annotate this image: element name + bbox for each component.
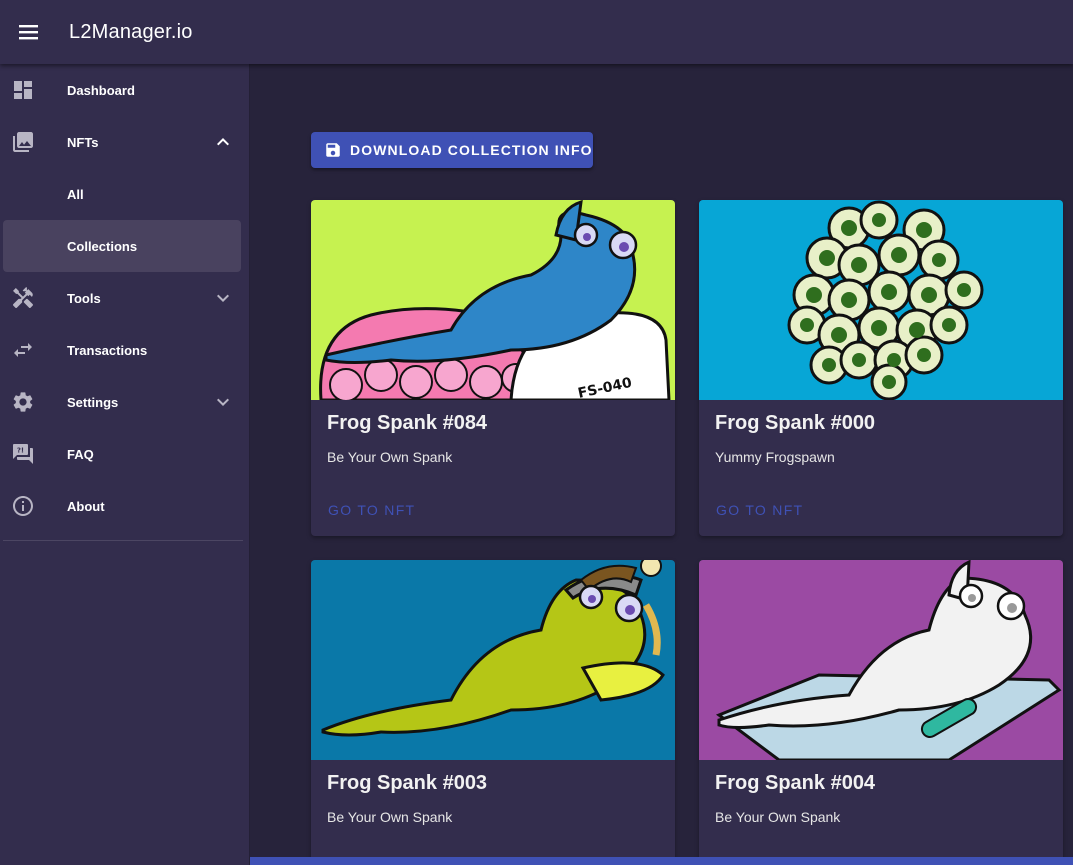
main-content: DOWNLOAD COLLECTION INFO FS-040 Frog Spa… xyxy=(250,64,1073,865)
dashboard-icon xyxy=(14,81,32,99)
go-to-nft-button[interactable]: GO TO NFT xyxy=(716,502,803,518)
card-title: Frog Spank #000 xyxy=(715,412,876,434)
sidebar-item-label: Collections xyxy=(67,238,138,254)
sidebar-item-transactions[interactable]: Transactions xyxy=(0,324,249,376)
nft-card: FS-040 Frog Spank #084 Be Your Own Spank… xyxy=(311,200,675,536)
chevron-up-icon[interactable] xyxy=(211,130,235,154)
card-subtitle: Be Your Own Spank xyxy=(327,449,453,465)
swap-icon xyxy=(14,343,32,357)
sidebar-item-label: About xyxy=(67,498,105,514)
sidebar-item-label: FAQ xyxy=(67,446,94,462)
save-icon xyxy=(326,143,340,157)
faq-icon: ?! xyxy=(13,444,33,464)
sidebar-item-all[interactable]: All xyxy=(0,168,249,220)
bottom-accent-bar xyxy=(250,857,1073,865)
nft-card: Frog Spank #003 Be Your Own Spank xyxy=(311,560,675,865)
nft-image[interactable] xyxy=(699,200,1063,400)
sidebar-item-faq[interactable]: ?! FAQ xyxy=(0,428,249,480)
sidebar-item-label: All xyxy=(67,186,84,202)
go-to-nft-button[interactable]: GO TO NFT xyxy=(328,502,415,518)
sidebar-divider xyxy=(3,540,243,541)
svg-text:?!: ?! xyxy=(17,447,24,455)
sidebar-item-label: Transactions xyxy=(67,342,148,358)
card-subtitle: Be Your Own Spank xyxy=(327,809,453,825)
chevron-down-icon[interactable] xyxy=(211,286,235,310)
nft-image[interactable] xyxy=(699,560,1063,760)
card-title: Frog Spank #003 xyxy=(327,772,488,794)
sidebar-item-label: Dashboard xyxy=(67,82,135,98)
download-collection-button[interactable]: DOWNLOAD COLLECTION INFO xyxy=(311,132,593,168)
nft-card: Frog Spank #000 Yummy Frogspawn GO TO NF… xyxy=(699,200,1063,536)
sidebar-item-settings[interactable]: Settings xyxy=(0,376,249,428)
sidebar-item-label: Settings xyxy=(67,394,119,410)
photo-library-icon xyxy=(13,132,33,152)
chevron-down-icon[interactable] xyxy=(211,390,235,414)
app-title: L2Manager.io xyxy=(69,20,193,43)
sidebar-item-nfts[interactable]: NFTs xyxy=(0,116,249,168)
sidebar-item-label: NFTs xyxy=(67,134,99,150)
card-title: Frog Spank #004 xyxy=(715,772,876,794)
info-icon xyxy=(13,496,33,516)
sidebar-item-tools[interactable]: Tools xyxy=(0,272,249,324)
sidebar-item-about[interactable]: About xyxy=(0,480,249,532)
download-label: DOWNLOAD COLLECTION INFO xyxy=(350,142,593,158)
card-subtitle: Be Your Own Spank xyxy=(715,809,841,825)
menu-icon[interactable] xyxy=(0,0,58,64)
card-title: Frog Spank #084 xyxy=(327,412,488,434)
nft-card: Frog Spank #004 Be Your Own Spank xyxy=(699,560,1063,865)
tools-icon xyxy=(13,287,33,309)
app-bar: L2Manager.io xyxy=(0,0,1073,64)
sidebar-item-label: Tools xyxy=(67,290,101,306)
sidebar: Dashboard NFTs All Collections Tools Tra… xyxy=(0,64,250,865)
nft-image[interactable]: FS-040 xyxy=(311,200,675,400)
card-subtitle: Yummy Frogspawn xyxy=(715,449,835,465)
gear-icon xyxy=(13,392,33,412)
sidebar-item-collections[interactable]: Collections xyxy=(3,220,241,272)
nft-image[interactable] xyxy=(311,560,675,760)
sidebar-item-dashboard[interactable]: Dashboard xyxy=(0,64,249,116)
